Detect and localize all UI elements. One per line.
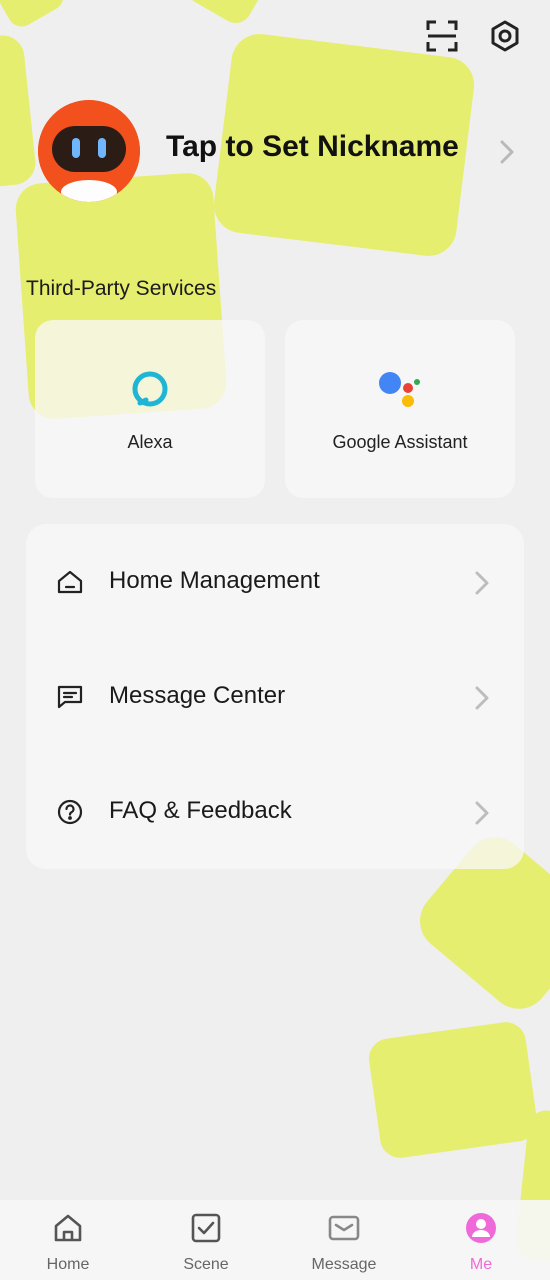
help-icon xyxy=(57,799,83,825)
scan-icon xyxy=(426,20,458,52)
menu-item-label: Message Center xyxy=(109,682,286,709)
decor-shape xyxy=(180,0,270,29)
service-card-alexa[interactable]: Alexa xyxy=(35,320,265,498)
chevron-right-icon xyxy=(475,686,489,710)
settings-hex-icon xyxy=(491,20,519,52)
decor-shape xyxy=(0,0,69,32)
alexa-icon xyxy=(132,371,168,407)
scan-button[interactable] xyxy=(422,16,462,56)
service-label: Alexa xyxy=(127,432,173,452)
tab-message[interactable]: Message xyxy=(284,1200,404,1280)
avatar[interactable] xyxy=(38,100,140,202)
tab-label: Scene xyxy=(183,1256,229,1273)
scene-tab-icon xyxy=(191,1213,221,1243)
robot-avatar-icon xyxy=(38,100,140,202)
service-card-google-assistant[interactable]: Google Assistant xyxy=(285,320,515,498)
chevron-right-icon xyxy=(475,801,489,825)
message-icon xyxy=(57,685,83,709)
tab-home[interactable]: Home xyxy=(8,1200,128,1280)
decor-shape xyxy=(366,1019,540,1161)
tab-label: Me xyxy=(469,1256,493,1273)
tab-label: Message xyxy=(311,1256,377,1273)
tab-label: Home xyxy=(46,1256,90,1273)
menu-item-faq-feedback[interactable]: FAQ & Feedback xyxy=(26,754,524,869)
me-tab-icon xyxy=(466,1213,496,1243)
menu-item-message-center[interactable]: Message Center xyxy=(26,639,524,754)
chevron-right-icon xyxy=(475,571,489,595)
menu-item-home-management[interactable]: Home Management xyxy=(26,524,524,639)
tab-me[interactable]: Me xyxy=(421,1200,541,1280)
menu-card: Home Management Message Center FAQ & Fee… xyxy=(26,524,524,869)
service-label: Google Assistant xyxy=(332,432,468,452)
tab-scene[interactable]: Scene xyxy=(146,1200,266,1280)
menu-item-label: Home Management xyxy=(109,567,320,594)
home-tab-icon xyxy=(54,1214,82,1242)
decor-shape xyxy=(0,33,38,193)
settings-button[interactable] xyxy=(485,16,525,56)
google-assistant-icon xyxy=(379,372,420,407)
nickname-label[interactable]: Tap to Set Nickname xyxy=(166,130,459,164)
chevron-right-icon[interactable] xyxy=(496,138,518,166)
section-title: Third-Party Services xyxy=(26,277,217,300)
home-icon xyxy=(57,570,83,594)
menu-item-label: FAQ & Feedback xyxy=(109,797,292,824)
tab-bar: Home Scene Message Me xyxy=(0,1200,550,1280)
message-tab-icon xyxy=(328,1215,360,1241)
